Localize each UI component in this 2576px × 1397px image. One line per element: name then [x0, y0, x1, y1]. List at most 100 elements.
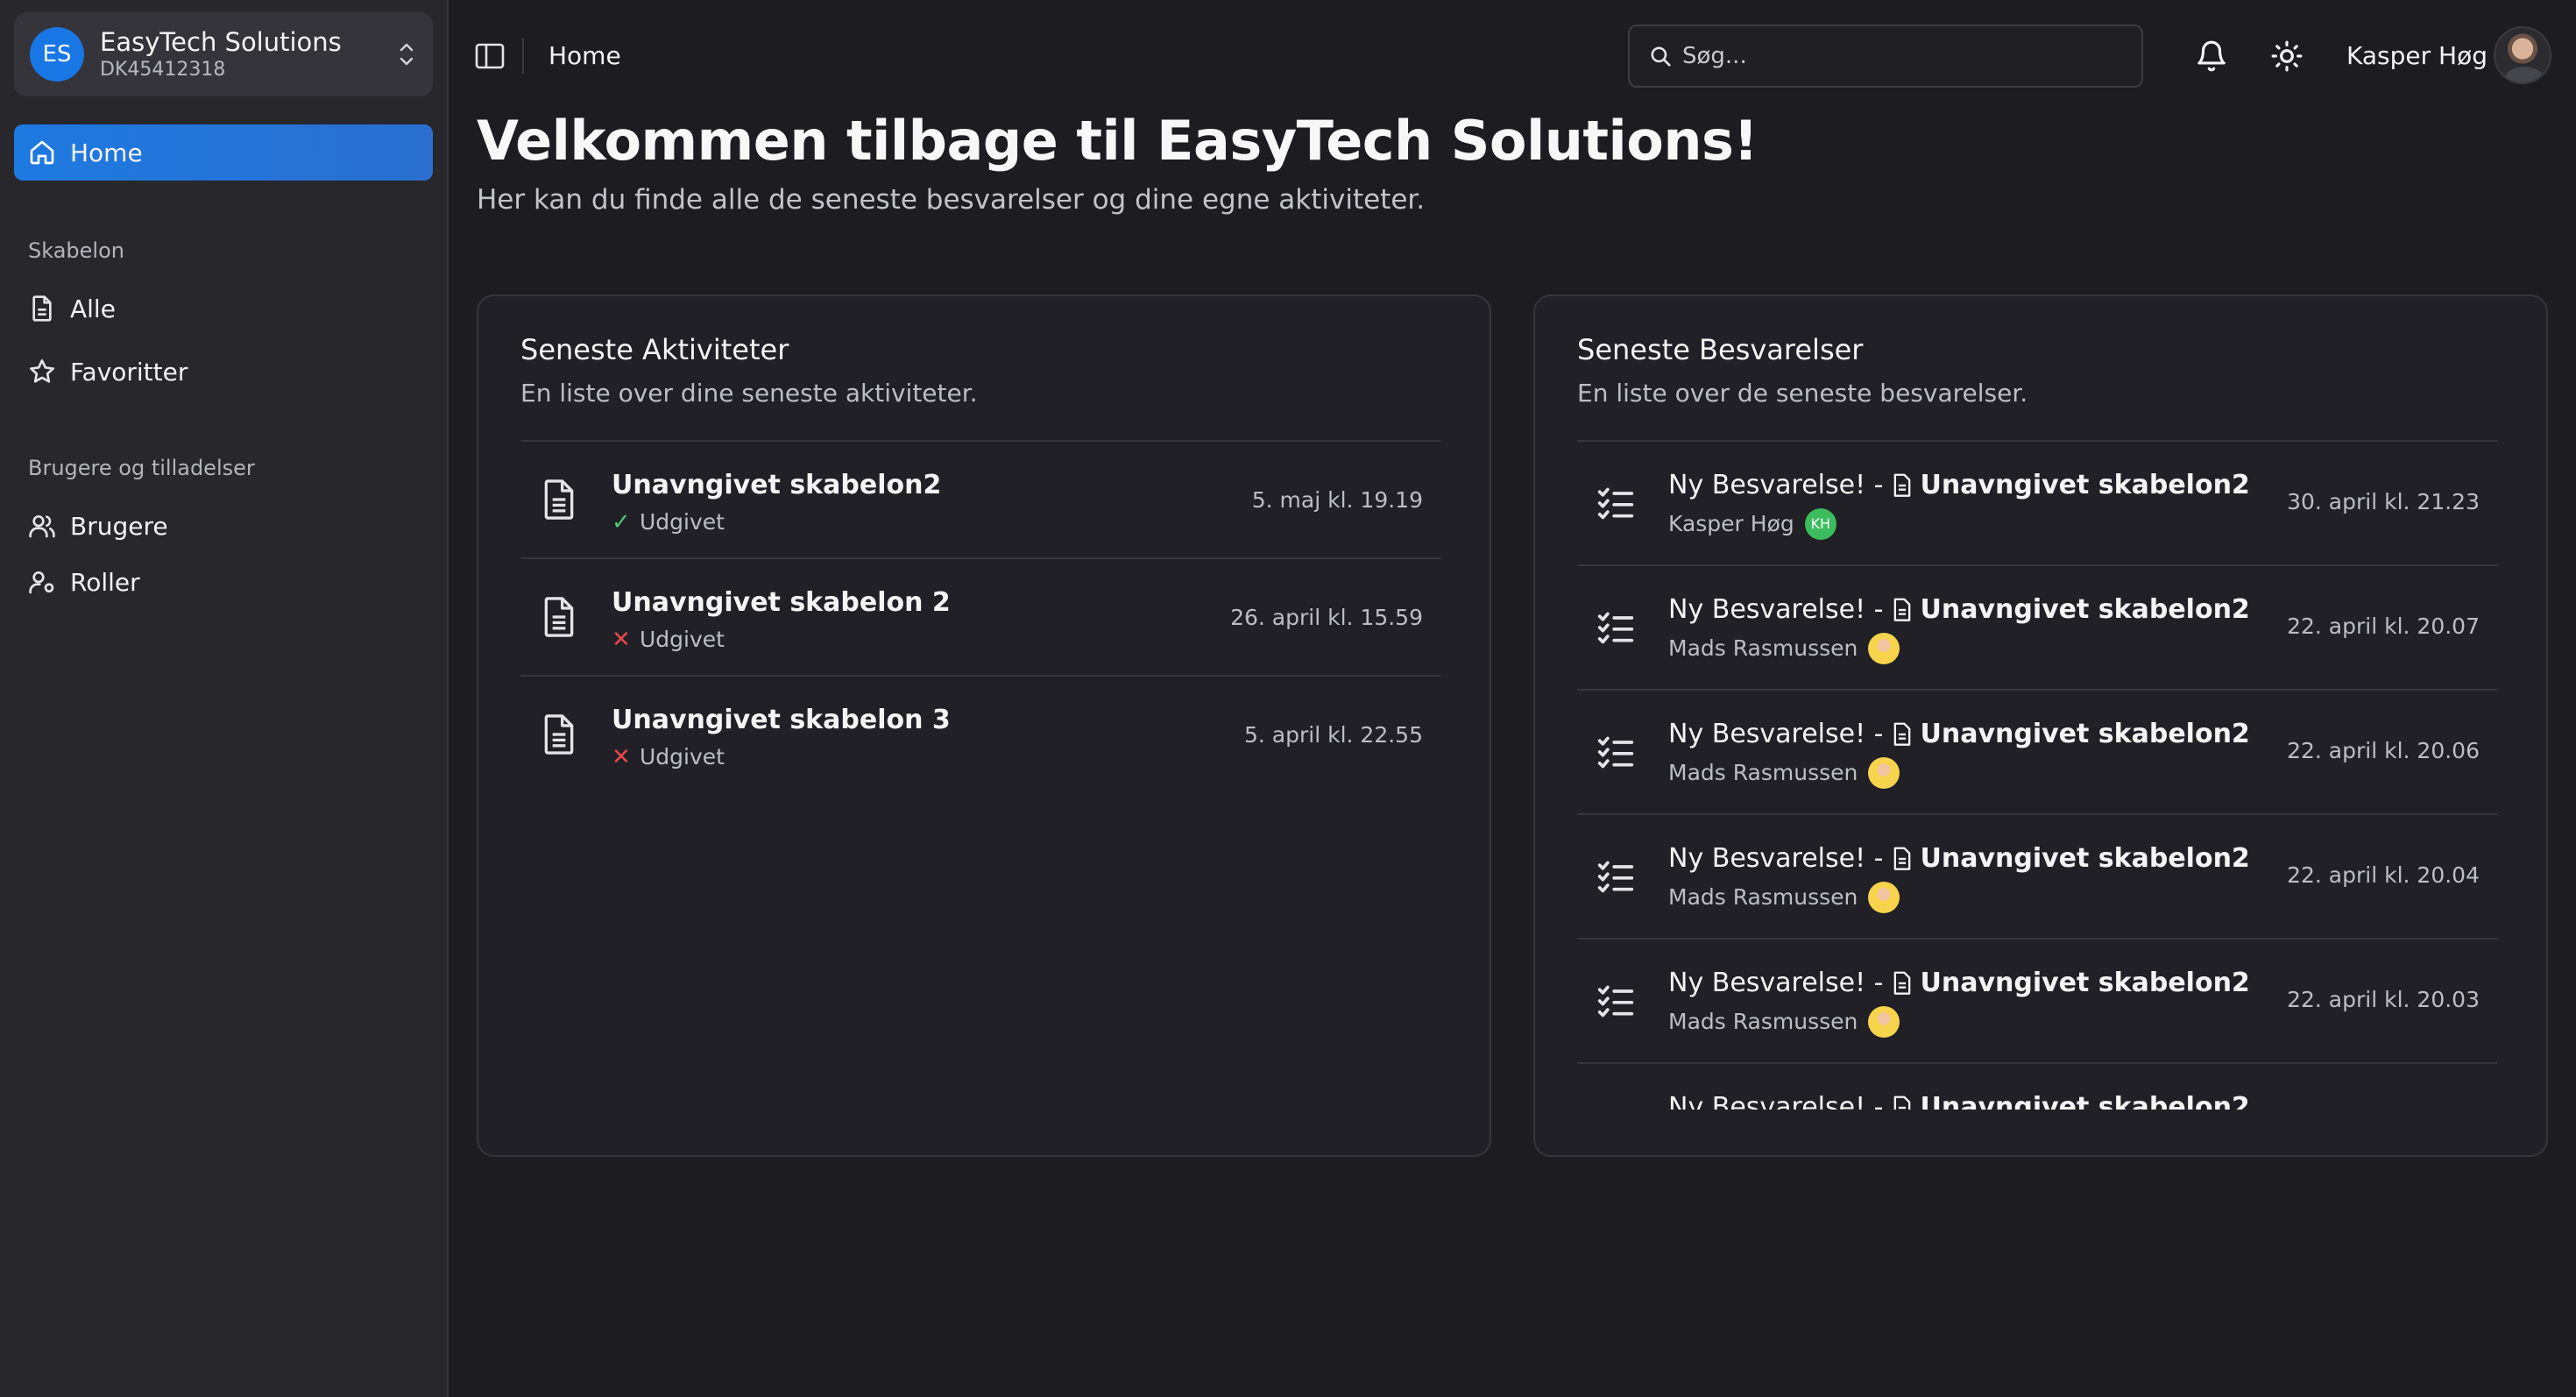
list-checks-icon — [1596, 1104, 1635, 1110]
activities-list: Unavngivet skabelon2 ✓ Udgivet 5. maj kl.… — [520, 440, 1440, 792]
response-row[interactable]: Ny Besvarelse! - Unavngivet skabelon2 — [1577, 1062, 2497, 1110]
org-avatar: ES — [30, 27, 84, 82]
activities-card: Seneste Aktiviteter En liste over dine s… — [477, 294, 1491, 1157]
activity-row[interactable]: Unavngivet skabelon2 ✓ Udgivet 5. maj kl.… — [520, 440, 1440, 557]
sidebar-item-roles[interactable]: Roller — [14, 554, 433, 610]
topbar-divider — [522, 39, 524, 74]
response-main: Ny Besvarelse! - Unavngivet skabelon2 Mad… — [1668, 966, 2250, 1038]
response-title: Ny Besvarelse! - Unavngivet skabelon2 — [1668, 719, 2250, 749]
list-checks-icon — [1597, 487, 1634, 520]
response-row[interactable]: Ny Besvarelse! - Unavngivet skabelon2 Mad… — [1577, 938, 2497, 1062]
sidebar: ES EasyTech Solutions DK45412318 Home Sk… — [0, 0, 449, 1397]
response-row[interactable]: Ny Besvarelse! - Unavngivet skabelon2 Mad… — [1577, 689, 2497, 813]
activity-row[interactable]: Unavngivet skabelon 3 ✕ Udgivet 5. april … — [520, 675, 1440, 792]
response-row[interactable]: Ny Besvarelse! - Unavngivet skabelon2 Kas… — [1577, 440, 2497, 564]
app-root: ES EasyTech Solutions DK45412318 Home Sk… — [0, 0, 2576, 1397]
nav-group-users: Brugere og tilladelser — [28, 456, 255, 480]
responses-list[interactable]: Ny Besvarelse! - Unavngivet skabelon2 Kas… — [1577, 440, 2497, 1110]
response-title: Ny Besvarelse! - Unavngivet skabelon2 — [1668, 968, 2250, 998]
sidebar-item-users[interactable]: Brugere — [14, 498, 433, 554]
document-icon — [1894, 598, 1911, 621]
search-icon — [1651, 46, 1671, 67]
sidebar-item-label: Brugere — [70, 511, 168, 541]
response-main: Ny Besvarelse! - Unavngivet skabelon2 Mad… — [1668, 717, 2250, 789]
user-avatar[interactable] — [2494, 26, 2551, 84]
response-title: Ny Besvarelse! - Unavngivet skabelon2 — [1668, 594, 2250, 625]
star-icon — [30, 359, 54, 383]
org-name: EasyTech Solutions — [100, 27, 342, 57]
activity-date: 26. april kl. 15.59 — [1230, 605, 1423, 630]
response-row[interactable]: Ny Besvarelse! - Unavngivet skabelon2 Mad… — [1577, 813, 2497, 938]
document-icon — [544, 714, 574, 755]
check-icon: ✓ — [612, 509, 631, 535]
activities-title: Seneste Aktiviteter — [520, 333, 789, 366]
response-author: Kasper Høg KH — [1668, 508, 2250, 540]
org-switcher[interactable]: ES EasyTech Solutions DK45412318 — [14, 12, 433, 96]
response-author: Mads Rasmussen — [1668, 882, 2250, 913]
response-main: Ny Besvarelse! - Unavngivet skabelon2 — [1668, 1090, 2250, 1110]
breadcrumb: Home — [548, 41, 621, 70]
response-title: Ny Besvarelse! - Unavngivet skabelon2 — [1668, 1090, 2250, 1110]
nav-group-template: Skabelon — [28, 238, 124, 263]
search-box[interactable] — [1628, 25, 2143, 88]
sun-icon — [2271, 40, 2303, 72]
home-icon — [30, 140, 54, 165]
bell-icon — [2197, 40, 2226, 72]
activity-main: Unavngivet skabelon2 ✓ Udgivet — [612, 468, 941, 536]
responses-card: Seneste Besvarelser En liste over de sen… — [1533, 294, 2548, 1157]
document-icon — [544, 597, 574, 637]
page-title: Velkommen tilbage til EasyTech Solutions… — [477, 109, 1759, 173]
response-main: Ny Besvarelse! - Unavngivet skabelon2 Mad… — [1668, 592, 2250, 664]
sidebar-item-label: Roller — [70, 567, 140, 597]
activities-description: En liste over dine seneste aktiviteter. — [520, 379, 978, 408]
response-main: Ny Besvarelse! - Unavngivet skabelon2 Kas… — [1668, 468, 2250, 540]
list-checks-icon — [1597, 736, 1634, 769]
sidebar-item-home[interactable]: Home — [14, 124, 433, 181]
users-icon — [29, 515, 55, 538]
activity-name: Unavngivet skabelon 3 — [612, 705, 951, 735]
activity-row[interactable]: Unavngivet skabelon 2 ✕ Udgivet 26. april… — [520, 557, 1440, 675]
list-checks-icon — [1597, 985, 1634, 1018]
page-subtitle: Her kan du finde alle de seneste besvare… — [477, 184, 1426, 216]
topbar: Home Kasper Høg — [449, 0, 2576, 112]
sidebar-toggle-icon[interactable] — [475, 42, 505, 70]
author-avatar — [1868, 757, 1900, 789]
response-date: 22. april kl. 20.04 — [2287, 862, 2480, 888]
response-author: Mads Rasmussen — [1668, 1006, 2250, 1038]
activity-name: Unavngivet skabelon 2 — [612, 587, 951, 618]
document-icon — [32, 295, 52, 322]
user-name[interactable]: Kasper Høg — [2346, 39, 2488, 74]
list-checks-icon — [1597, 612, 1634, 644]
document-icon — [1894, 473, 1911, 497]
author-avatar — [1868, 1006, 1900, 1038]
org-id: DK45412318 — [100, 59, 226, 81]
activity-main: Unavngivet skabelon 2 ✕ Udgivet — [612, 585, 951, 654]
response-date: 22. april kl. 20.03 — [2287, 987, 2480, 1012]
activity-date: 5. april kl. 22.55 — [1244, 722, 1423, 748]
activity-status: ✕ Udgivet — [612, 744, 725, 770]
user-role-icon — [29, 571, 54, 594]
sidebar-item-favorites[interactable]: Favoritter — [14, 344, 433, 400]
responses-description: En liste over de seneste besvarelser. — [1577, 379, 2028, 408]
activity-main: Unavngivet skabelon 3 ✕ Udgivet — [612, 703, 951, 771]
search-input[interactable] — [1682, 43, 2103, 69]
org-info: EasyTech Solutions DK45412318 — [100, 26, 396, 82]
activity-date: 5. maj kl. 19.19 — [1251, 487, 1423, 513]
sidebar-item-all[interactable]: Alle — [14, 280, 433, 337]
activity-status: ✓ Udgivet — [612, 509, 725, 535]
document-icon — [1894, 971, 1911, 995]
chevrons-up-down-icon — [400, 43, 414, 66]
document-icon — [544, 479, 574, 520]
sidebar-item-label: Favoritter — [70, 357, 188, 386]
sidebar-item-label: Home — [70, 138, 143, 167]
document-icon — [1894, 722, 1911, 746]
x-icon: ✕ — [612, 744, 631, 770]
document-icon — [1894, 1096, 1911, 1110]
responses-title: Seneste Besvarelser — [1577, 333, 1864, 366]
notifications-button[interactable] — [2192, 37, 2231, 75]
author-avatar — [1868, 882, 1900, 913]
theme-toggle-button[interactable] — [2268, 37, 2306, 75]
list-checks-icon — [1597, 861, 1634, 893]
response-title: Ny Besvarelse! - Unavngivet skabelon2 — [1668, 843, 2250, 874]
response-row[interactable]: Ny Besvarelse! - Unavngivet skabelon2 Mad… — [1577, 564, 2497, 689]
